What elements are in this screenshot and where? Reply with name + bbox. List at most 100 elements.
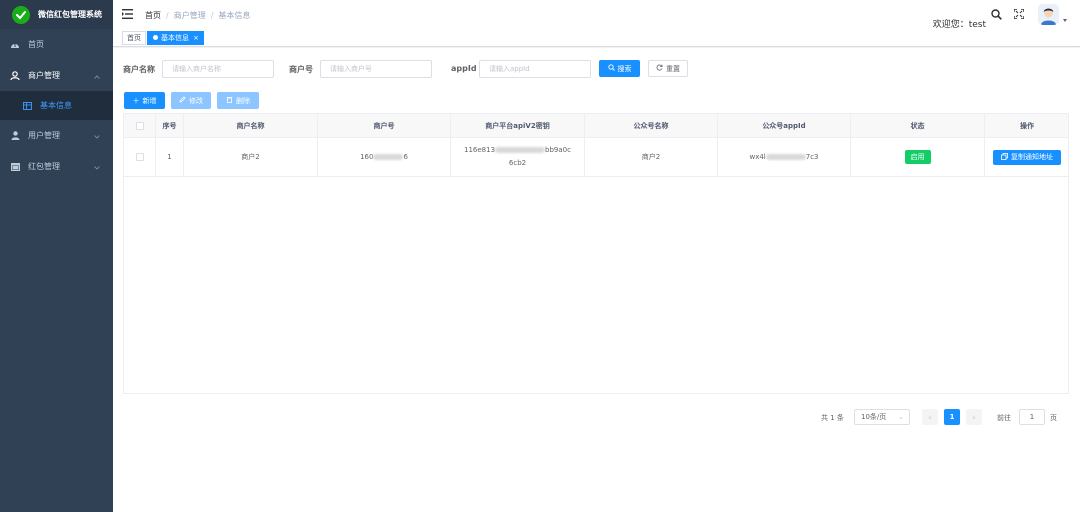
sidebar-item-label: 首页: [28, 40, 44, 49]
cell-operation: 复制通知地址: [985, 138, 1069, 176]
header-merchant-no: 商户号: [318, 114, 451, 137]
search-button[interactable]: 搜索: [599, 60, 640, 77]
caret-down-icon[interactable]: [1063, 19, 1067, 22]
sidebar-item-home[interactable]: 首页: [0, 29, 113, 60]
table-header: 序号 商户名称 商户号 商户平台apiV2密钥 公众号名称 公众号appId 状…: [124, 114, 1068, 138]
breadcrumb-separator: /: [210, 11, 214, 20]
appid-end: 7c3: [805, 153, 819, 161]
row-select-cell: [124, 138, 156, 176]
refresh-icon: [656, 64, 663, 73]
chevron-down-icon: [94, 163, 100, 172]
user-group-icon: [10, 70, 20, 81]
add-button-label: 新增: [142, 96, 157, 105]
reset-button-label: 重置: [666, 64, 680, 73]
header-operation: 操作: [1020, 121, 1034, 130]
tag-basic-info[interactable]: 基本信息 ×: [147, 31, 204, 45]
redacted-mask: [495, 147, 546, 153]
logo-icon: [12, 5, 30, 24]
merchant-no-input[interactable]: 请输入商户号: [320, 60, 432, 78]
sidebar-item-label: 商户管理: [28, 71, 60, 80]
avatar[interactable]: [1038, 4, 1059, 25]
goto-page-input[interactable]: 1: [1019, 409, 1045, 425]
tag-home[interactable]: 首页: [122, 31, 146, 45]
chevron-down-icon: ⌄: [898, 413, 904, 421]
search-button-label: 搜索: [617, 64, 632, 73]
prev-page-button[interactable]: ‹: [922, 409, 938, 425]
copy-button-label: 复制通知地址: [1011, 153, 1053, 161]
breadcrumb: 首页 / 商户管理 / 基本信息: [145, 10, 250, 21]
close-icon[interactable]: ×: [193, 34, 199, 42]
copy-icon: [1001, 152, 1008, 162]
reset-button[interactable]: 重置: [648, 60, 688, 77]
header-api-key: 商户平台apiV2密钥: [451, 114, 585, 137]
sidebar-item-basic-info[interactable]: 基本信息: [0, 91, 113, 120]
breadcrumb-item-merchant: 商户管理: [173, 11, 206, 20]
redacted-mask: [373, 154, 404, 160]
sidebar: 微信红包管理系统 首页 商户管理 基本信息 用户管理 红包管理: [0, 0, 113, 512]
cell-status: 启用: [851, 138, 985, 176]
merchant-no-start: 160: [360, 153, 374, 161]
copy-notify-url-button[interactable]: 复制通知地址: [993, 149, 1061, 165]
add-button[interactable]: ＋ 新增: [124, 92, 165, 109]
api-key-line1: 116e813 bb9a0c: [464, 144, 571, 157]
appid-start: wx4l: [749, 153, 766, 161]
table-icon: [10, 162, 20, 172]
next-page-button[interactable]: ›: [966, 409, 982, 425]
header-merchant-name: 商户名称: [184, 114, 318, 137]
merchant-name-label: 商户名称: [123, 65, 155, 74]
page-size-value: 10条/页: [861, 413, 887, 421]
api-key-line2: 6cb2: [508, 159, 527, 167]
breadcrumb-item-home[interactable]: 首页: [145, 11, 161, 20]
header-appid: 公众号appId: [718, 114, 851, 137]
api-key-start: 116e813: [464, 146, 496, 154]
tag-label: 首页: [127, 34, 141, 42]
navbar: 首页 / 商户管理 / 基本信息 欢迎您：test: [113, 0, 1080, 30]
table-row: 1 商户2 160 6 116e813 bb9a0c 6cb2 商户2 wx4l 7c…: [124, 138, 1068, 177]
sidebar-item-users[interactable]: 用户管理: [0, 120, 113, 151]
delete-button[interactable]: 删除: [217, 92, 259, 109]
delete-icon: [226, 96, 233, 105]
merchant-name-input[interactable]: 请输入商户名称: [162, 60, 274, 78]
row-checkbox[interactable]: [135, 153, 144, 161]
edit-button-label: 修改: [189, 96, 203, 105]
delete-button-label: 删除: [236, 96, 250, 105]
appid-input[interactable]: 请输入appId: [479, 60, 591, 78]
cell-mp-name: 商户2: [585, 138, 718, 176]
appid-label: appId: [451, 64, 477, 73]
chevron-up-icon: [94, 72, 100, 81]
breadcrumb-separator: /: [166, 11, 169, 20]
cell-appid: wx4l 7c3: [718, 138, 851, 176]
status-badge: 启用: [904, 150, 931, 164]
user-icon: [10, 131, 20, 141]
tags-view: 首页 基本信息 ×: [113, 29, 1080, 47]
select-all-checkbox[interactable]: [135, 121, 144, 130]
search-icon[interactable]: [991, 9, 1002, 20]
cell-api-key: 116e813 bb9a0c 6cb2: [451, 138, 585, 176]
page-suffix: 页: [1050, 414, 1057, 422]
tag-label: 基本信息: [161, 34, 189, 42]
pagination-total: 共 1 条: [821, 414, 844, 422]
main-content: 商户名称 请输入商户名称 商户号 请输入商户号 appId 请输入appId 搜…: [113, 48, 1080, 512]
merchant-no-end: 6: [403, 153, 408, 161]
select-all-cell: [124, 114, 156, 137]
page-number-button[interactable]: 1: [944, 409, 960, 425]
sidebar-item-label: 用户管理: [28, 131, 60, 140]
dashboard-icon: [10, 40, 20, 50]
merchant-table: 序号 商户名称 商户号 商户平台apiV2密钥 公众号名称 公众号appId 状…: [123, 113, 1069, 394]
goto-label: 前往: [997, 414, 1011, 422]
page-size-select[interactable]: 10条/页 ⌄: [854, 409, 910, 425]
cell-index: 1: [156, 138, 184, 176]
header-mp-name: 公众号名称: [585, 114, 718, 137]
chevron-down-icon: [94, 132, 100, 141]
sidebar-item-label: 红包管理: [28, 162, 60, 171]
sidebar-item-merchant[interactable]: 商户管理: [0, 60, 113, 91]
edit-button[interactable]: 修改: [171, 92, 211, 109]
sidebar-item-label: 基本信息: [40, 101, 72, 110]
fullscreen-icon[interactable]: [1013, 8, 1025, 20]
submenu-merchant: 基本信息: [0, 91, 113, 120]
header-status: 状态: [851, 114, 985, 137]
sidebar-item-redpacket[interactable]: 红包管理: [0, 151, 113, 182]
header-index: 序号: [156, 114, 184, 137]
edit-icon: [179, 96, 186, 105]
hamburger-icon[interactable]: [122, 9, 133, 19]
